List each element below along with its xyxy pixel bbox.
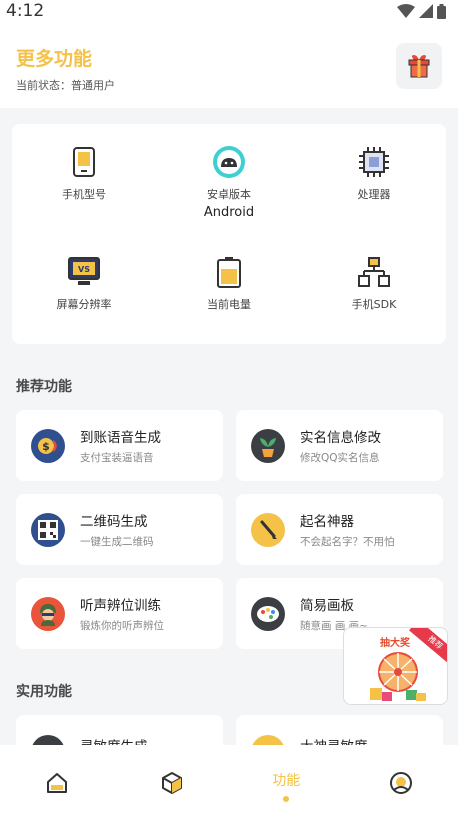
- feature-title: 起名神器: [300, 514, 354, 530]
- device-item-battery[interactable]: 当前电量: [157, 254, 301, 315]
- soldier-icon: [31, 596, 65, 631]
- feature-desc: 一键生成二维码: [80, 536, 154, 548]
- svg-text:VS: VS: [78, 265, 90, 274]
- cpu-icon: [356, 144, 392, 180]
- phone-icon: [66, 144, 102, 180]
- feature-card-qrcode[interactable]: 二维码生成 一键生成二维码: [16, 494, 223, 565]
- user-status: 当前状态：普通用户: [16, 79, 115, 92]
- nav-home[interactable]: [0, 745, 115, 820]
- device-item-model[interactable]: 手机型号: [12, 144, 156, 205]
- page-title: 更多功能: [16, 48, 93, 70]
- svg-text:$: $: [42, 440, 50, 453]
- feature-desc: 不会起名字？不用怕: [300, 536, 395, 548]
- feature-card-realname[interactable]: 实名信息修改 修改QQ实名信息: [236, 410, 443, 481]
- sdk-icon: [356, 254, 392, 290]
- device-label: 当前电量: [207, 298, 251, 311]
- device-info-card: 手机型号 安卓版本 Android 处理器 VS 屏幕分辨率 当前电量 手机SD…: [12, 124, 446, 344]
- battery-status-icon: [437, 3, 446, 19]
- device-label: 安卓版本: [207, 188, 251, 201]
- wifi-icon: [397, 4, 415, 18]
- gift-button[interactable]: [396, 43, 442, 89]
- section-title-practical: 实用功能: [16, 684, 72, 700]
- feature-desc: 支付宝装逼语音: [80, 452, 154, 464]
- signal-icon: [419, 4, 433, 18]
- feature-title: 简易画板: [300, 598, 354, 614]
- section-title-recommended: 推荐功能: [16, 379, 72, 395]
- status-icons: [397, 3, 446, 19]
- feature-title: 实名信息修改: [300, 430, 381, 446]
- battery-icon: [211, 254, 247, 290]
- feature-card-sound-training[interactable]: 听声辨位训练 锻炼你的听声辨位: [16, 578, 223, 649]
- id-plant-icon: [251, 428, 285, 463]
- nav-profile[interactable]: [344, 745, 458, 820]
- palette-icon: [251, 596, 285, 631]
- feature-title: 到账语音生成: [80, 430, 161, 446]
- feature-title: 二维码生成: [80, 514, 148, 530]
- device-item-cpu[interactable]: 处理器: [302, 144, 446, 205]
- feature-desc: 锻炼你的听声辨位: [80, 620, 164, 632]
- monitor-icon: VS: [66, 254, 102, 290]
- feature-card-payment-voice[interactable]: $ 到账语音生成 支付宝装逼语音: [16, 410, 223, 481]
- device-label: 处理器: [357, 188, 391, 201]
- feature-desc: 修改QQ实名信息: [300, 452, 380, 464]
- status-bar: 4:12: [0, 0, 458, 22]
- device-label: 手机SDK: [351, 298, 397, 311]
- device-item-android[interactable]: 安卓版本 Android: [157, 144, 301, 220]
- device-item-sdk[interactable]: 手机SDK: [302, 254, 446, 315]
- bottom-nav: 功能: [0, 745, 458, 820]
- android-icon: [211, 144, 247, 180]
- nav-box[interactable]: [115, 745, 230, 820]
- promo-title: 抽大奖: [380, 638, 410, 649]
- header: 更多功能 当前状态：普通用户: [0, 22, 458, 108]
- qrcode-icon: [31, 512, 65, 547]
- profile-icon: [389, 771, 412, 794]
- feature-title: 听声辨位训练: [80, 598, 161, 614]
- name-brush-icon: [251, 512, 285, 547]
- device-item-screen[interactable]: VS 屏幕分辨率: [12, 254, 156, 315]
- device-label: 手机型号: [62, 188, 106, 201]
- device-label: 屏幕分辨率: [56, 298, 112, 311]
- lottery-promo[interactable]: 抽大奖 推荐: [343, 627, 448, 705]
- nav-functions[interactable]: 功能: [229, 745, 344, 820]
- nav-active-dot: [283, 795, 290, 802]
- payment-voice-icon: $: [31, 428, 65, 463]
- home-icon: [47, 772, 68, 793]
- device-value: Android: [203, 205, 255, 220]
- prize-wheel-icon: [370, 652, 426, 701]
- nav-functions-label: 功能: [272, 772, 301, 789]
- feature-card-naming[interactable]: 起名神器 不会起名字？不用怕: [236, 494, 443, 565]
- gift-icon: [408, 55, 430, 78]
- box-icon: [161, 771, 182, 794]
- status-time: 4:12: [6, 1, 45, 21]
